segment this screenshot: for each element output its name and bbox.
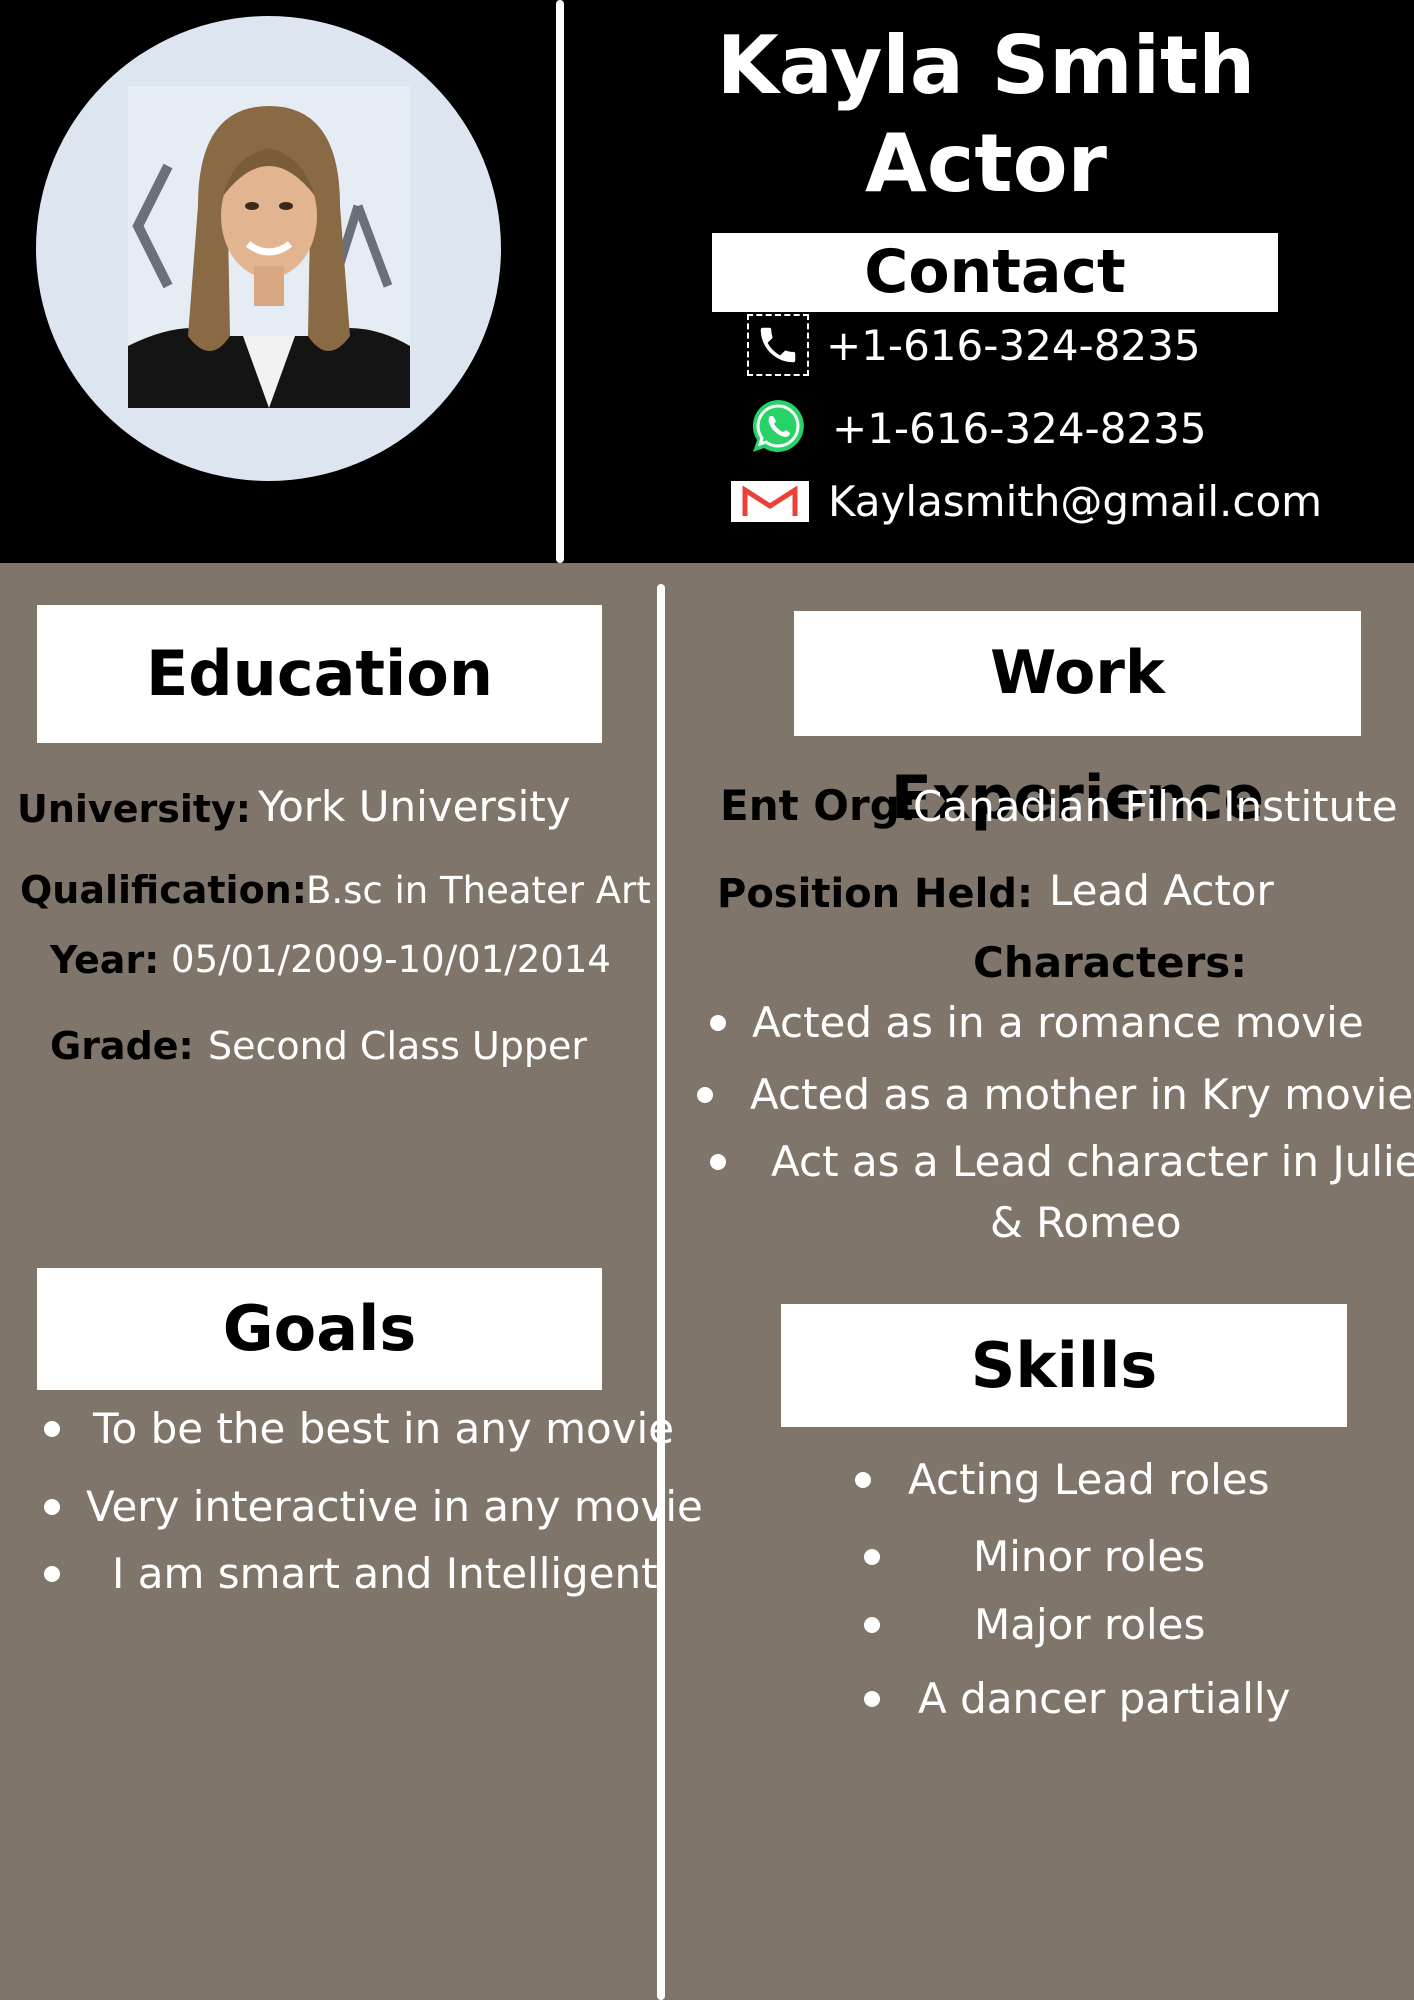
goal-item: Very interactive in any movie <box>86 1482 703 1531</box>
grade-value: Second Class Upper <box>208 1024 588 1068</box>
list-bullet <box>710 1154 726 1170</box>
university-value: York University <box>258 782 571 831</box>
qualification-value: B.sc in Theater Art <box>306 869 651 912</box>
position-label: Position Held: <box>717 871 1033 917</box>
goal-item: To be the best in any movie <box>93 1404 675 1453</box>
education-title: Education <box>145 637 494 710</box>
list-bullet <box>44 1566 60 1582</box>
phone-icon <box>747 314 809 376</box>
org-value: Canadian Film Institute <box>913 782 1398 831</box>
profile-photo <box>128 86 410 408</box>
list-bullet <box>697 1087 713 1103</box>
email-address: Kaylasmith@gmail.com <box>828 477 1323 526</box>
list-bullet <box>710 1015 726 1031</box>
phone-number: +1-616-324-8235 <box>826 321 1201 370</box>
list-bullet <box>855 1472 871 1488</box>
year-value: 05/01/2009-10/01/2014 <box>171 938 611 981</box>
whatsapp-icon <box>748 396 808 456</box>
work-experience-heading: Work Experience <box>794 611 1361 833</box>
skills-heading: Skills <box>781 1304 1347 1427</box>
grade-label: Grade: <box>50 1024 194 1068</box>
character-item: Acted as in a romance movie <box>752 998 1364 1047</box>
education-heading: Education <box>37 605 602 743</box>
qualification-label: Qualification: <box>20 868 307 912</box>
list-bullet <box>864 1617 880 1633</box>
skill-item: Major roles <box>974 1600 1206 1649</box>
goals-heading: Goals <box>37 1268 602 1390</box>
skill-item: Acting Lead roles <box>908 1455 1270 1504</box>
contact-heading: Contact <box>712 233 1278 312</box>
list-bullet <box>44 1499 60 1515</box>
whatsapp-number: +1-616-324-8235 <box>832 404 1207 453</box>
skills-title: Skills <box>970 1329 1158 1402</box>
character-item: Acted as a mother in Kry movie <box>750 1070 1414 1119</box>
goals-title: Goals <box>222 1292 417 1365</box>
gmail-icon <box>731 481 809 522</box>
list-bullet <box>864 1691 880 1707</box>
character-item: Act as a Lead character in Juliet <box>771 1137 1414 1186</box>
characters-label: Characters: <box>973 938 1248 987</box>
skill-item: A dancer partially <box>918 1674 1291 1723</box>
person-role: Actor <box>865 117 1107 210</box>
position-value: Lead Actor <box>1049 866 1274 915</box>
list-bullet <box>44 1421 60 1437</box>
goal-item: I am smart and Intelligent <box>112 1549 658 1598</box>
character-item-continuation: & Romeo <box>990 1198 1182 1247</box>
person-name: Kayla Smith <box>716 19 1256 112</box>
column-divider <box>657 584 665 2000</box>
university-label: University: <box>17 787 251 831</box>
org-label: Ent Org: <box>720 781 917 830</box>
year-label: Year: <box>50 938 160 982</box>
skill-item: Minor roles <box>973 1532 1206 1581</box>
header-divider <box>556 0 564 563</box>
list-bullet <box>864 1549 880 1565</box>
